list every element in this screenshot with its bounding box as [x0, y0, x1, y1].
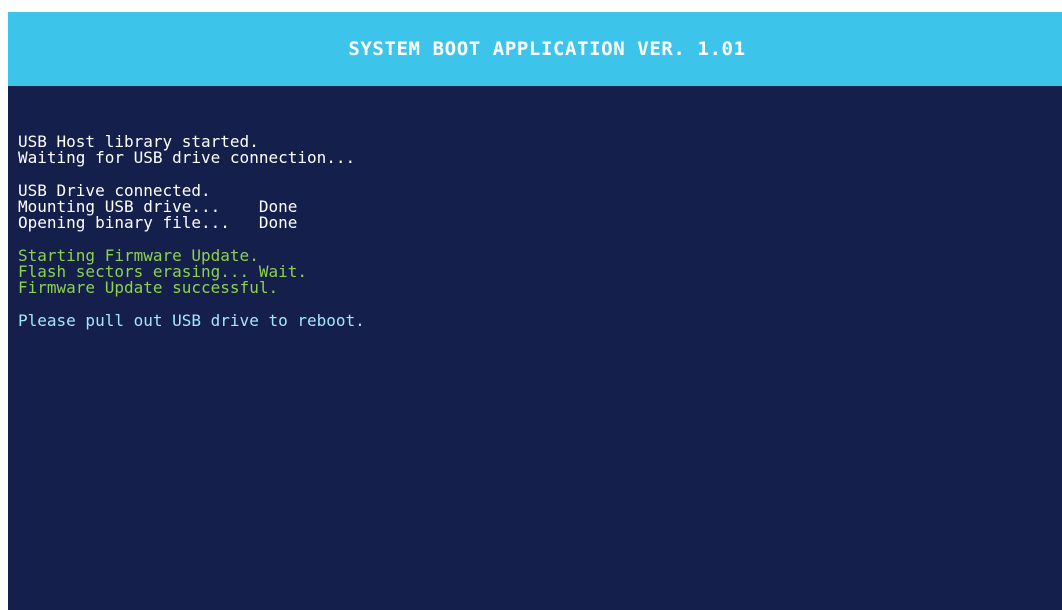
console-line-reboot-instruction: Please pull out USB drive to reboot.	[18, 311, 365, 330]
console-line-opening-binary: Opening binary file... Done	[18, 213, 298, 232]
console-line-waiting-connection: Waiting for USB drive connection...	[18, 148, 356, 167]
app-title: SYSTEM BOOT APPLICATION VER. 1.01	[348, 38, 746, 60]
header-bar: SYSTEM BOOT APPLICATION VER. 1.01	[8, 12, 1062, 86]
console-line-update-successful: Firmware Update successful.	[18, 278, 279, 297]
boot-screen: SYSTEM BOOT APPLICATION VER. 1.01 USB Ho…	[8, 12, 1062, 610]
console-output: USB Host library started. Waiting for US…	[18, 134, 365, 329]
